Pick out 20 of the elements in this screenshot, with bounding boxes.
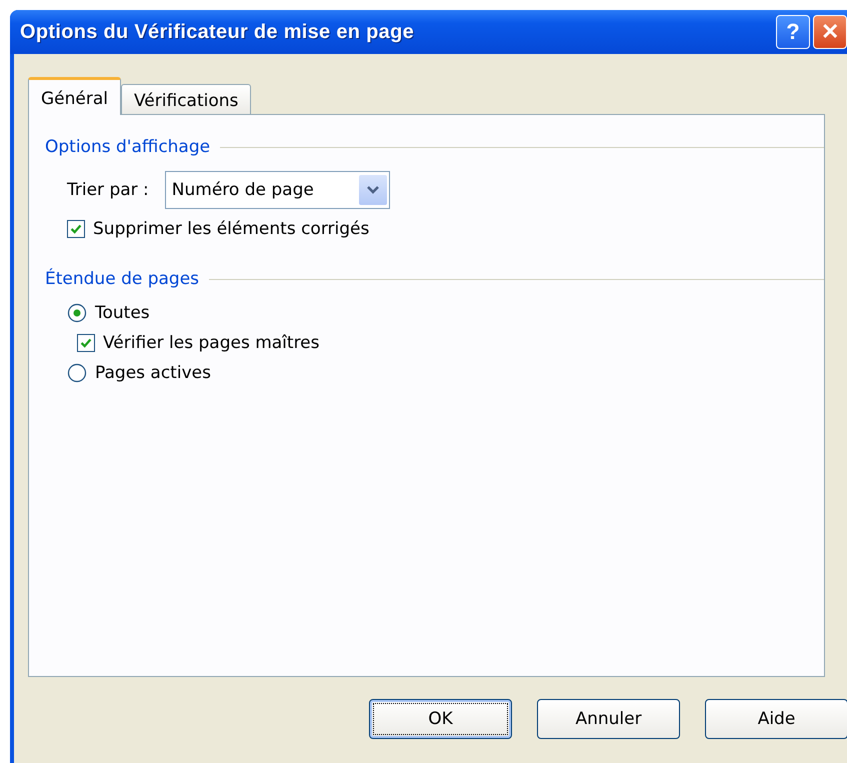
radio-label[interactable]: Toutes — [95, 303, 150, 323]
chevron-down-icon — [358, 175, 387, 205]
radio-label[interactable]: Pages actives — [95, 363, 211, 383]
sort-label: Trier par : — [67, 180, 149, 200]
checkbox[interactable] — [77, 334, 95, 352]
window-title: Options du Vérificateur de mise en page — [20, 20, 416, 44]
group-title: Options d'affichage — [45, 137, 210, 157]
help-button[interactable]: ? — [776, 15, 810, 49]
radio-button[interactable] — [67, 363, 87, 383]
radio-button[interactable] — [67, 303, 87, 323]
dialog-button[interactable]: OK — [369, 699, 512, 739]
checkbox-label[interactable]: Vérifier les pages maîtres — [103, 333, 320, 353]
checkbox-label[interactable]: Supprimer les éléments corrigés — [93, 219, 370, 239]
group-title: Étendue de pages — [45, 269, 200, 289]
dialog-button[interactable]: Aide — [705, 699, 847, 739]
checkbox[interactable] — [67, 220, 85, 238]
dialog-button[interactable]: Annuler — [537, 699, 680, 739]
sort-dropdown[interactable]: Numéro de page — [164, 171, 390, 209]
tab[interactable]: Vérifications — [121, 84, 252, 114]
tab[interactable]: Général — [28, 77, 121, 115]
